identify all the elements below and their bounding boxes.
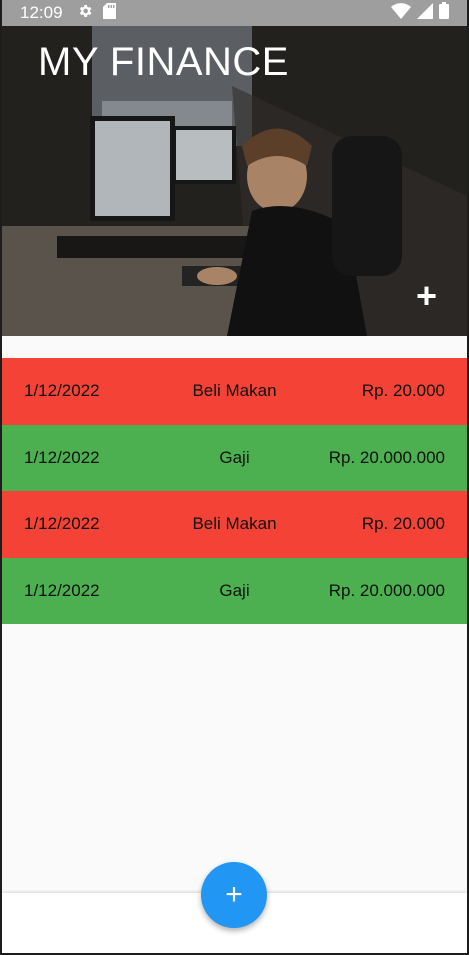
transaction-date: 1/12/2022	[24, 447, 100, 467]
transaction-amount: Rp. 20.000.000	[328, 580, 445, 600]
plus-icon: +	[225, 878, 243, 911]
app-frame: 12:09 MY FINANCE + 1/12/2022 Beli Makan …	[2, 0, 467, 953]
wifi-icon	[391, 2, 411, 24]
header-banner: MY FINANCE +	[2, 26, 467, 336]
transaction-date: 1/12/2022	[24, 580, 100, 600]
transaction-amount: Rp. 20.000	[361, 381, 445, 401]
transaction-amount: Rp. 20.000.000	[328, 447, 445, 467]
transaction-description: Gaji	[219, 580, 250, 600]
battery-icon	[439, 2, 449, 24]
transaction-date: 1/12/2022	[24, 514, 100, 534]
app-title: MY FINANCE	[38, 40, 289, 84]
transaction-amount: Rp. 20.000	[361, 514, 445, 534]
table-row[interactable]: 1/12/2022 Gaji Rp. 20.000.000	[2, 424, 467, 491]
transaction-description: Beli Makan	[192, 514, 277, 534]
add-transaction-button[interactable]: +	[201, 862, 267, 928]
table-row[interactable]: 1/12/2022 Beli Makan Rp. 20.000	[2, 491, 467, 558]
table-row[interactable]: 1/12/2022 Gaji Rp. 20.000.000	[2, 557, 467, 624]
transaction-description: Gaji	[219, 447, 250, 467]
gear-icon	[77, 3, 93, 24]
transaction-date: 1/12/2022	[24, 381, 100, 401]
signal-icon	[417, 2, 433, 24]
header-add-button[interactable]: +	[416, 278, 437, 314]
transaction-list: 1/12/2022 Beli Makan Rp. 20.000 1/12/202…	[2, 358, 467, 624]
table-row[interactable]: 1/12/2022 Beli Makan Rp. 20.000	[2, 358, 467, 425]
status-time: 12:09	[20, 3, 63, 22]
transaction-description: Beli Makan	[192, 381, 277, 401]
status-bar: 12:09	[2, 0, 467, 26]
sd-card-icon	[102, 2, 116, 24]
